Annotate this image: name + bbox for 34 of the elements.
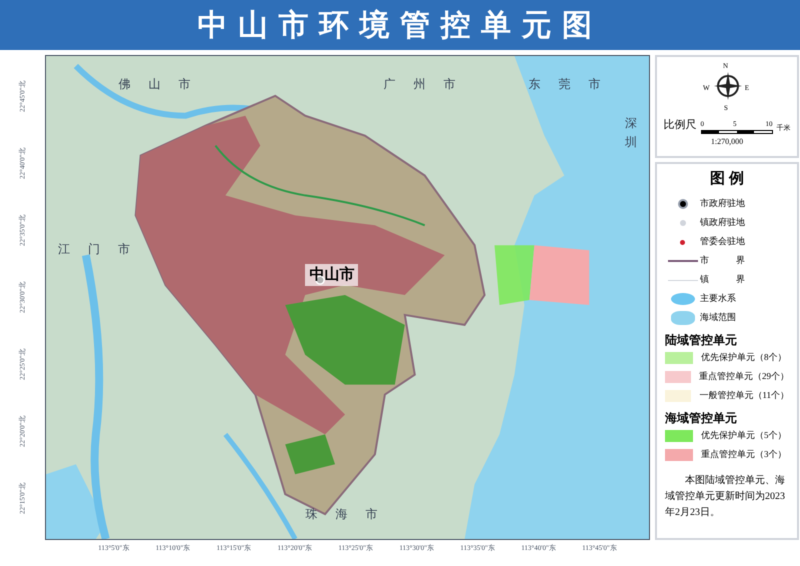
sea-shape-icon bbox=[670, 311, 694, 325]
legend-label: 镇政府驻地 bbox=[700, 216, 745, 230]
legend-label: 优先保护单元（8个） bbox=[701, 351, 786, 364]
place-label: 深圳 bbox=[624, 114, 637, 152]
legend-label: 一般管控单元（11个） bbox=[699, 389, 789, 402]
water-shape-icon bbox=[670, 293, 694, 305]
committee-seat-icon bbox=[680, 240, 685, 244]
update-note: 本图陆域管控单元、海域管控单元更新时间为2023年2月23日。 bbox=[665, 474, 786, 520]
legend-label: 镇 界 bbox=[700, 273, 745, 286]
scale-ratio: 1:270,000 bbox=[710, 136, 744, 148]
place-label: 珠海市 bbox=[305, 506, 396, 524]
legend-label: 市 界 bbox=[700, 254, 745, 268]
town-seat-icon bbox=[680, 220, 686, 226]
map-title: 中山市环境管控单元图 bbox=[198, 8, 602, 44]
legend-title: 图 例 bbox=[709, 170, 745, 189]
scale-label: 比例尺 bbox=[664, 118, 696, 133]
legend-label: 主要水系 bbox=[700, 292, 736, 306]
legend-label: 海域范围 bbox=[700, 311, 736, 324]
city-seat-icon bbox=[678, 199, 688, 209]
place-label: 佛山市 bbox=[118, 76, 208, 94]
scale-bar bbox=[700, 130, 772, 134]
place-label: 江门市 bbox=[58, 240, 148, 258]
legend-section-title: 海域管控单元 bbox=[665, 410, 738, 426]
place-label: 广州市 bbox=[384, 76, 474, 94]
legend-label: 市政府驻地 bbox=[700, 197, 745, 210]
city-boundary-line-icon bbox=[668, 260, 698, 262]
place-label: 东莞市 bbox=[528, 76, 618, 94]
compass-rose-icon bbox=[713, 71, 743, 101]
legend-label: 管委会驻地 bbox=[700, 235, 745, 248]
place-label: 中山市 bbox=[305, 264, 358, 286]
legend-label: 重点管控单元（3个） bbox=[701, 448, 786, 462]
legend-section-title: 陆域管控单元 bbox=[665, 332, 738, 348]
legend-label: 重点管控单元（29个） bbox=[699, 370, 789, 384]
legend-label: 优先保护单元（5个） bbox=[701, 429, 786, 442]
